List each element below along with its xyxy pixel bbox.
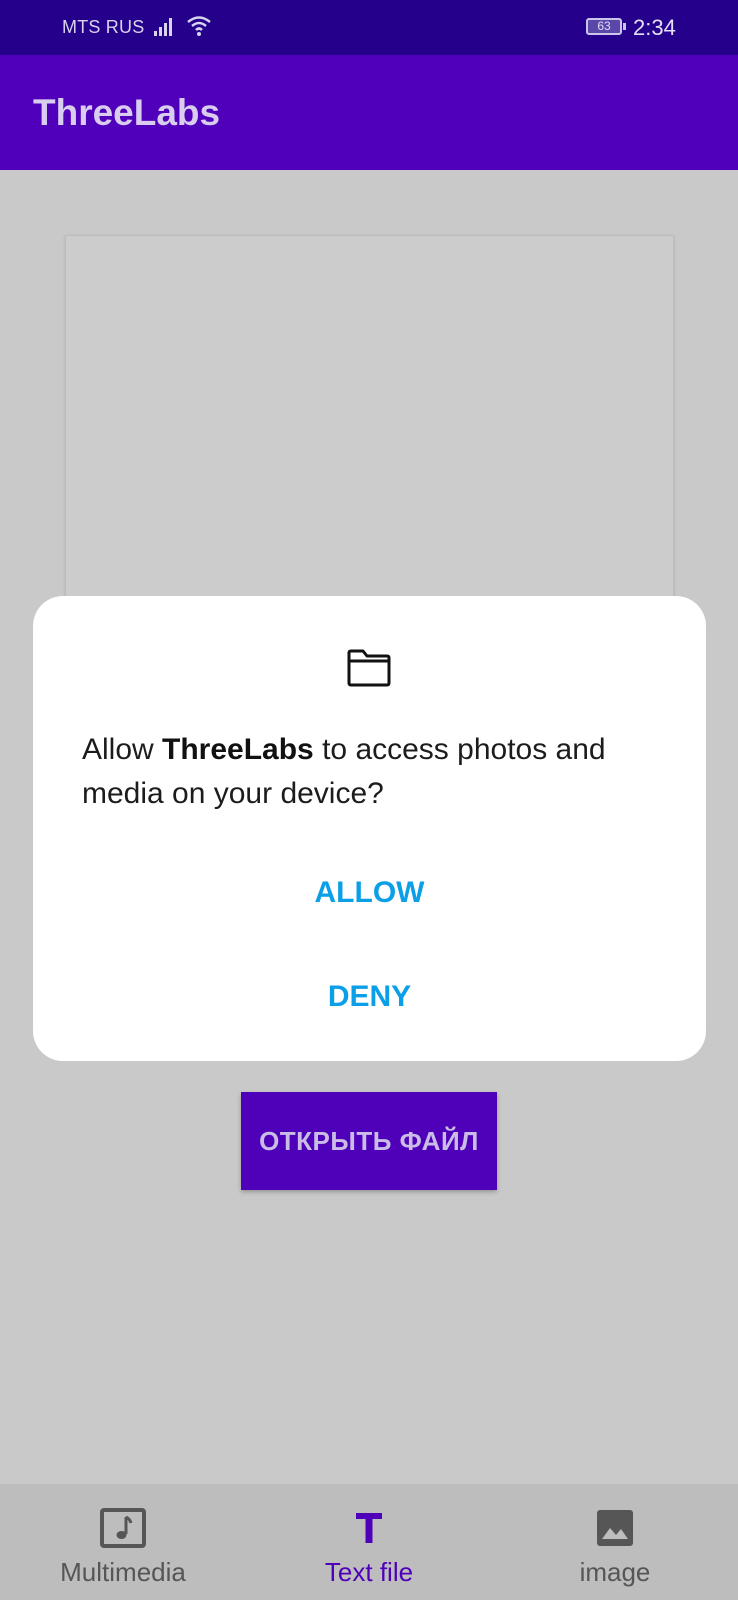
permission-message: Allow ThreeLabs to access photos and med…: [82, 728, 672, 816]
nav-label-text-file: Text file: [324, 1557, 414, 1587]
nav-item-image[interactable]: image: [492, 1484, 738, 1600]
deny-button[interactable]: DENY: [33, 962, 706, 1032]
message-app-name: ThreeLabs: [162, 733, 314, 766]
open-file-button[interactable]: ОТКРЫТЬ ФАЙЛ: [241, 1092, 497, 1190]
app-title: ThreeLabs: [33, 92, 221, 133]
app-bar: ThreeLabs: [0, 55, 738, 170]
bottom-navigation: Multimedia Text file image: [0, 1484, 738, 1600]
text-t-icon: [246, 1506, 492, 1550]
nav-label-image: image: [579, 1557, 651, 1587]
signal-icon: [154, 16, 176, 41]
status-time: 2:34: [633, 15, 676, 40]
carrier-name: MTS RUS: [62, 17, 145, 37]
battery-tip: [623, 23, 626, 30]
image-icon: [492, 1506, 738, 1550]
message-prefix: Allow: [82, 733, 163, 766]
text-content-area: [65, 235, 674, 607]
battery-icon: 63: [586, 18, 622, 35]
status-bar: MTS RUS 63 2:34: [0, 0, 738, 55]
nav-item-text-file[interactable]: Text file: [246, 1484, 492, 1600]
permission-dialog: Allow ThreeLabs to access photos and med…: [33, 596, 706, 1061]
folder-icon: [346, 648, 392, 693]
allow-button[interactable]: ALLOW: [33, 858, 706, 928]
nav-label-multimedia: Multimedia: [60, 1557, 186, 1587]
music-note-icon: [0, 1506, 246, 1550]
nav-item-multimedia[interactable]: Multimedia: [0, 1484, 246, 1600]
wifi-icon: [186, 14, 212, 43]
